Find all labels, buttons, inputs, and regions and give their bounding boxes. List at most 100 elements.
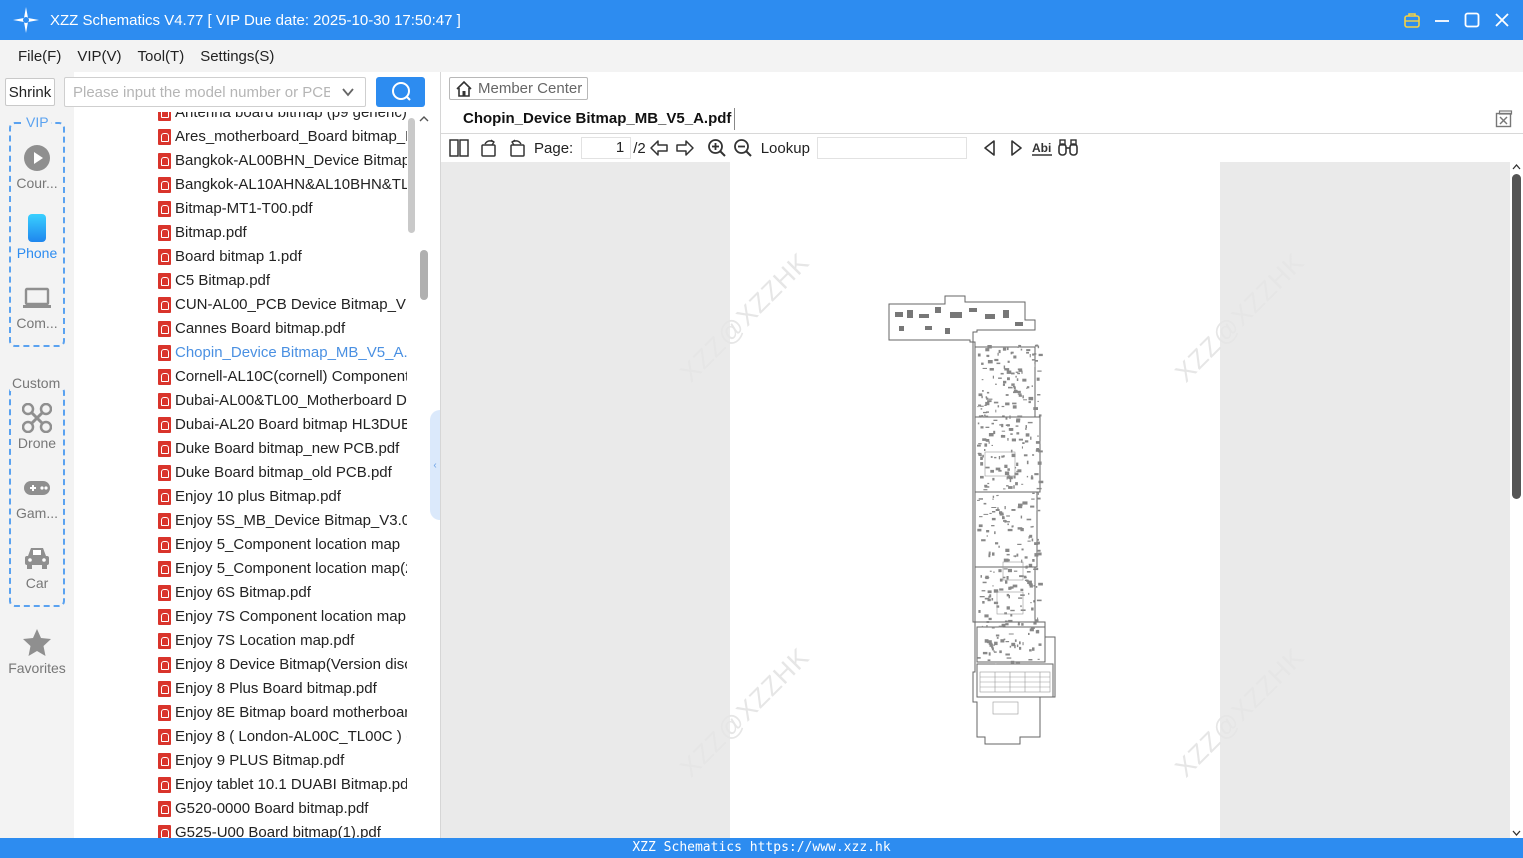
board-component xyxy=(1026,475,1029,478)
file-list-item[interactable]: Enjoy 8 Plus Board bitmap.pdf xyxy=(74,677,418,701)
file-name: Enjoy 7S Component location map.pdf xyxy=(175,608,407,625)
file-list-item[interactable]: Duke Board bitmap_old PCB.pdf xyxy=(74,461,418,485)
close-tab-icon[interactable] xyxy=(1495,110,1513,128)
board-component xyxy=(1007,528,1013,532)
file-list-item[interactable]: Enjoy 8E Bitmap board motherboard.pdf xyxy=(74,701,418,725)
board-component xyxy=(1015,389,1017,392)
find-next-icon[interactable] xyxy=(1005,137,1027,159)
file-list-item[interactable]: Enjoy 5_Component location map(2).pdf xyxy=(74,557,418,581)
sidebar-scrollbar[interactable] xyxy=(420,250,428,300)
board-component xyxy=(1016,418,1021,421)
pdf-viewer[interactable]: XZZ@XZZHK XZZ@XZZHK XZZ@XZZHK XZZ@XZZHK xyxy=(441,162,1510,838)
file-list-item[interactable]: C5 Bitmap.pdf xyxy=(74,269,418,293)
file-list-item[interactable]: Enjoy 5S_MB_Device Bitmap_V3.01.pdf xyxy=(74,509,418,533)
nav-item-drone[interactable]: Drone xyxy=(0,403,74,451)
watermark: XZZ@XZZHK xyxy=(1168,246,1311,388)
file-list-item[interactable]: Bangkok-AL10AHN&AL10BHN&TL.pdf xyxy=(74,173,418,197)
scroll-up-icon[interactable] xyxy=(418,112,430,126)
nav-item-favorites[interactable]: Favorites xyxy=(0,628,74,676)
file-list-item[interactable]: Bangkok-AL00BHN_Device Bitmap.pdf xyxy=(74,149,418,173)
menu-tool[interactable]: Tool(T) xyxy=(138,48,185,65)
board-component xyxy=(990,469,994,473)
file-list-item[interactable]: Dubai-AL20 Board bitmap HL3DUBAI.pdf xyxy=(74,413,418,437)
zoom-out-icon[interactable] xyxy=(732,137,754,159)
app-window: XZZ Schematics V4.77 [ VIP Due date: 202… xyxy=(0,0,1523,858)
file-list-item[interactable]: Enjoy tablet 10.1 DUABI Bitmap.pdf xyxy=(74,773,418,797)
board-component xyxy=(1017,415,1023,418)
model-search-field[interactable] xyxy=(64,77,366,107)
search-button[interactable] xyxy=(376,77,425,107)
binoculars-icon[interactable] xyxy=(1057,137,1079,159)
chevron-down-icon[interactable] xyxy=(340,84,356,103)
file-name: G520-0000 Board bitmap.pdf xyxy=(175,800,369,817)
board-component xyxy=(1028,632,1030,635)
file-list-item[interactable]: Enjoy 8 Device Bitmap(Version discard).p… xyxy=(74,653,418,677)
file-list-item[interactable]: G525-U00 Board bitmap(1).pdf xyxy=(74,821,418,838)
search-input[interactable] xyxy=(65,78,330,106)
minimize-button[interactable] xyxy=(1431,9,1453,31)
board-component xyxy=(1008,619,1013,622)
previous-page-icon[interactable] xyxy=(648,137,670,159)
close-button[interactable] xyxy=(1491,9,1513,31)
board-component xyxy=(983,513,989,515)
file-list-item[interactable]: Enjoy 6S Bitmap.pdf xyxy=(74,581,418,605)
file-list-item[interactable]: Cornell-AL10C(cornell) Component.pdf xyxy=(74,365,418,389)
tab-document[interactable]: Chopin_Device Bitmap_MB_V5_A.pdf xyxy=(463,110,731,127)
nav-item-game[interactable]: Gam... xyxy=(0,473,74,521)
collapse-panel-handle[interactable]: ‹ xyxy=(430,410,440,520)
file-list-item[interactable]: Enjoy 10 plus Bitmap.pdf xyxy=(74,485,418,509)
scroll-up-icon[interactable] xyxy=(1511,162,1522,172)
two-page-view-icon[interactable] xyxy=(448,137,470,159)
rotate-left-icon[interactable] xyxy=(478,137,500,159)
maximize-button[interactable] xyxy=(1461,9,1483,31)
rotate-right-icon[interactable] xyxy=(506,137,528,159)
member-center-button[interactable]: Member Center xyxy=(449,77,588,100)
viewer-scroll-thumb[interactable] xyxy=(1512,174,1521,499)
board-component xyxy=(1019,641,1021,645)
board-component xyxy=(986,391,990,394)
file-list-item[interactable]: Ares_motherboard_Board bitmap_R.pdf xyxy=(74,125,418,149)
next-page-icon[interactable] xyxy=(674,137,696,159)
file-list-item[interactable]: Cannes Board bitmap.pdf xyxy=(74,317,418,341)
file-list-item[interactable]: Bitmap-MT1-T00.pdf xyxy=(74,197,418,221)
board-component xyxy=(1037,541,1040,545)
file-list-scrollbar[interactable] xyxy=(408,118,415,233)
file-list-item[interactable]: Antenna board bitmap (p9 generic).pdf xyxy=(74,112,418,125)
page-number-input[interactable]: 1 xyxy=(581,137,632,159)
file-list-item[interactable]: Enjoy 5_Component location map xyxy=(74,533,418,557)
find-previous-icon[interactable] xyxy=(979,137,1001,159)
nav-item-phone[interactable]: Phone xyxy=(0,213,74,261)
menu-file[interactable]: File(F) xyxy=(18,48,61,65)
board-component xyxy=(1026,579,1028,582)
board-component xyxy=(1036,508,1038,511)
nav-item-computer[interactable]: Com... xyxy=(0,283,74,331)
pdf-page[interactable]: XZZ@XZZHK XZZ@XZZHK XZZ@XZZHK XZZ@XZZHK xyxy=(674,162,1310,838)
file-list-item[interactable]: Enjoy 9 PLUS Bitmap.pdf xyxy=(74,749,418,773)
board-component xyxy=(1020,588,1024,591)
vip-bag-icon[interactable] xyxy=(1401,9,1423,31)
board-component xyxy=(1008,595,1010,599)
file-list-item[interactable]: G520-0000 Board bitmap.pdf xyxy=(74,797,418,821)
board-component xyxy=(998,569,1002,573)
viewer-scrollbar[interactable] xyxy=(1510,162,1523,838)
menu-settings[interactable]: Settings(S) xyxy=(200,48,274,65)
lookup-input[interactable] xyxy=(816,137,967,159)
match-case-icon[interactable]: Abi xyxy=(1031,137,1053,159)
nav-item-courses[interactable]: Cour... xyxy=(0,143,74,191)
zoom-in-icon[interactable] xyxy=(706,137,728,159)
board-component xyxy=(1030,526,1033,528)
menu-vip[interactable]: VIP(V) xyxy=(77,48,121,65)
file-list-item[interactable]: Chopin_Device Bitmap_MB_V5_A.pdf xyxy=(74,341,418,365)
scroll-down-icon[interactable] xyxy=(1511,828,1522,838)
file-list-item[interactable]: Enjoy 7S Component location map.pdf xyxy=(74,605,418,629)
file-list-item[interactable]: Bitmap.pdf xyxy=(74,221,418,245)
file-list-item[interactable]: Enjoy 8 ( London-AL00C_TL00C ) (4).pdf xyxy=(74,725,418,749)
file-list-item[interactable]: CUN-AL00_PCB Device Bitmap_V1.0.pdf xyxy=(74,293,418,317)
shrink-button[interactable]: Shrink xyxy=(5,78,55,106)
pdf-file-icon xyxy=(158,465,171,481)
file-list-item[interactable]: Enjoy 7S Location map.pdf xyxy=(74,629,418,653)
file-list-item[interactable]: Board bitmap 1.pdf xyxy=(74,245,418,269)
file-list-item[interactable]: Duke Board bitmap_new PCB.pdf xyxy=(74,437,418,461)
nav-item-car[interactable]: Car xyxy=(0,543,74,591)
file-list-item[interactable]: Dubai-AL00&TL00_Motherboard Device.pdf xyxy=(74,389,418,413)
